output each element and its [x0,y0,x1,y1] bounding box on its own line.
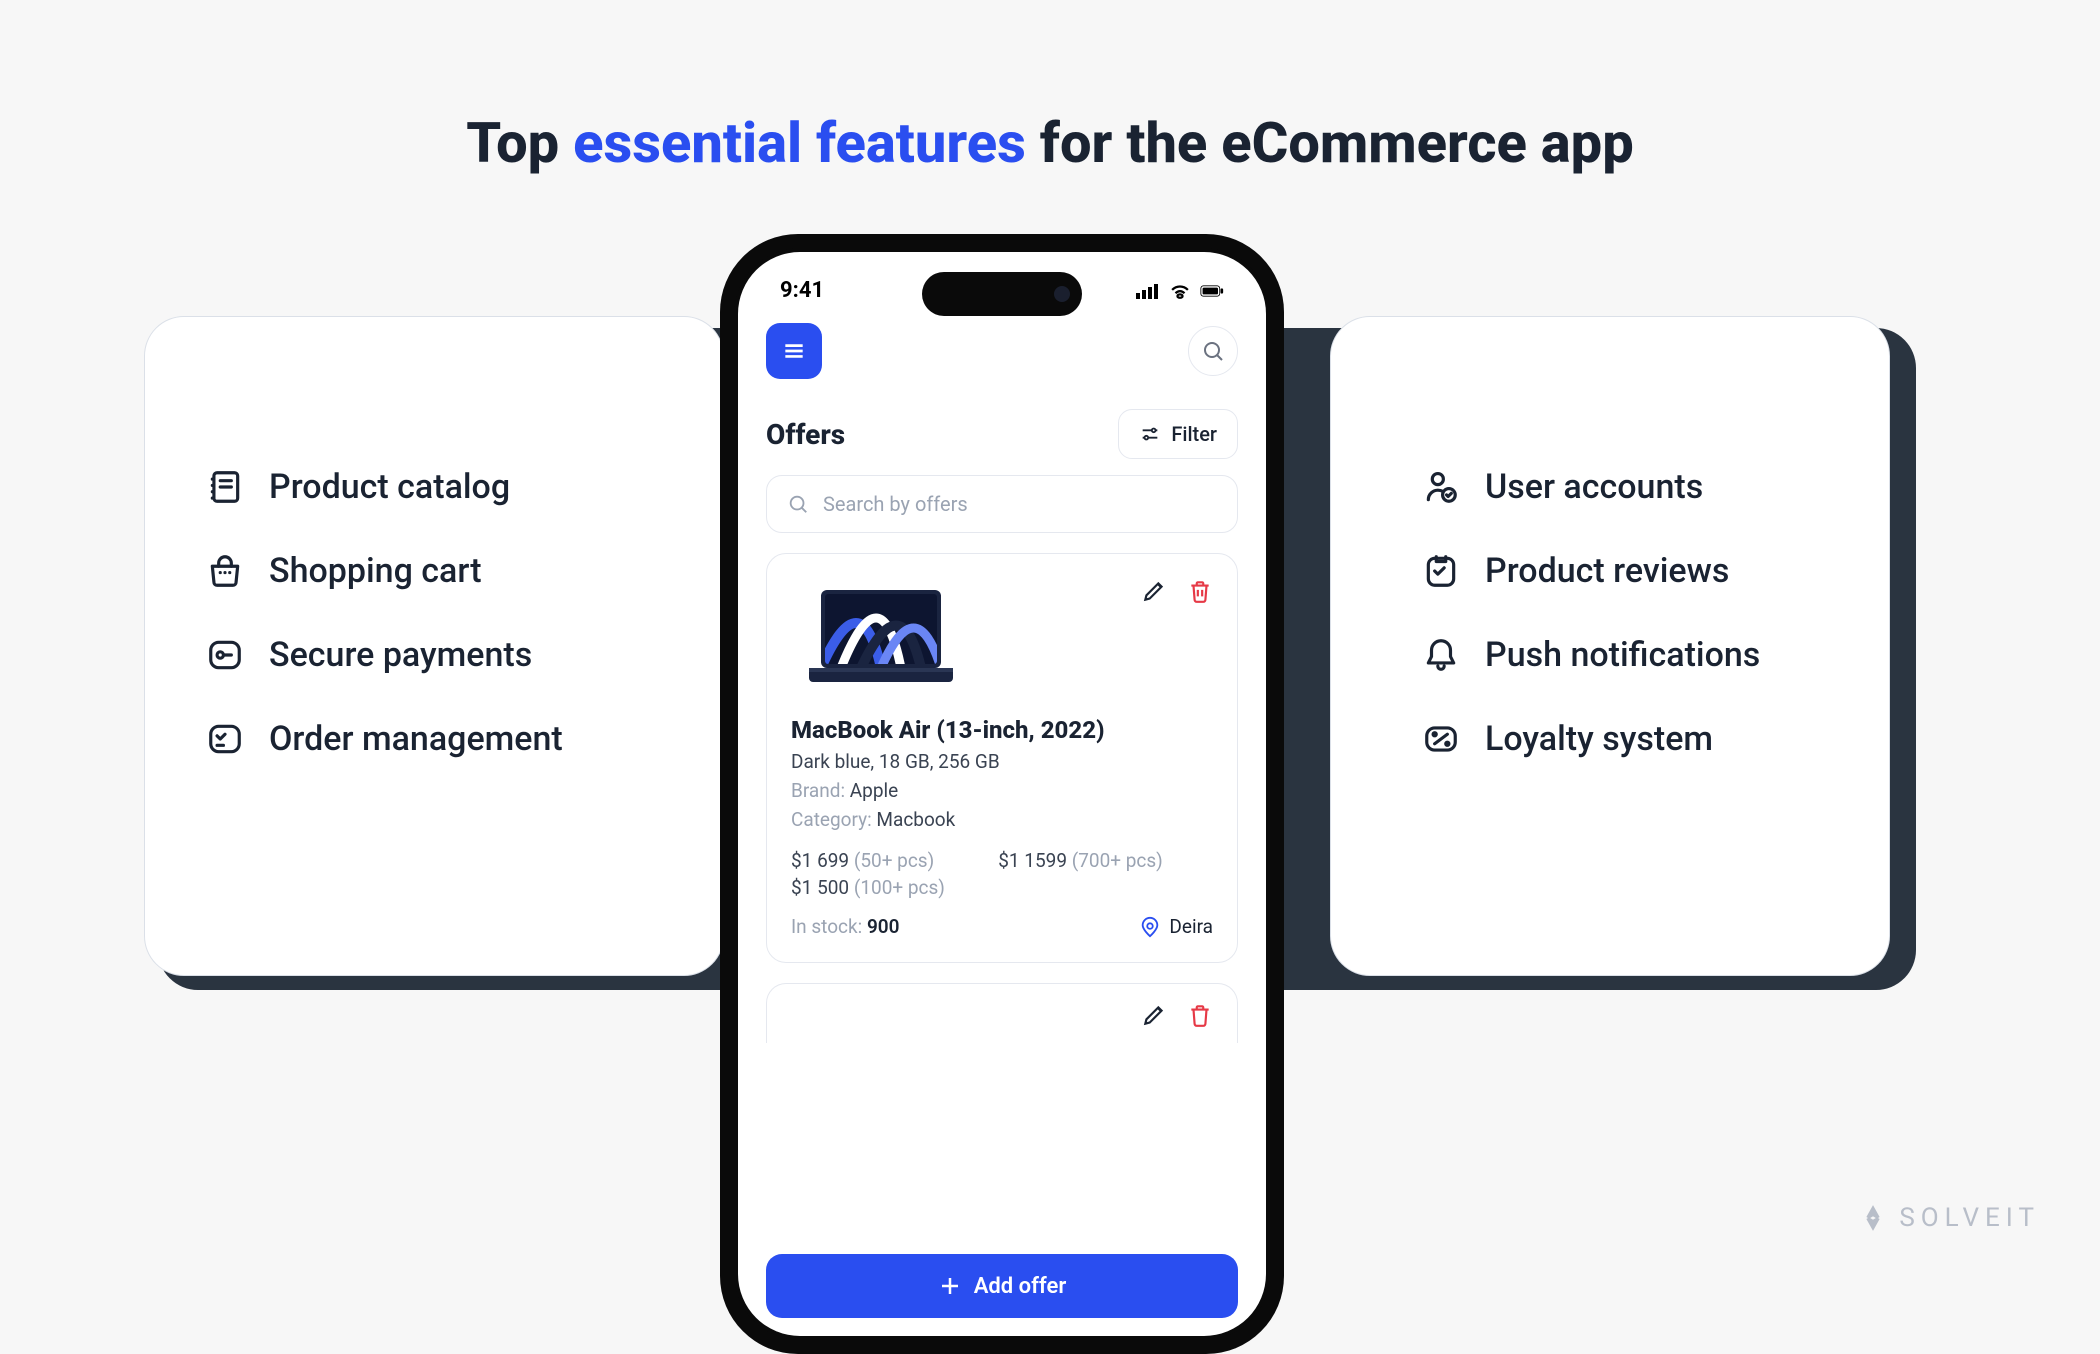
phone-mockup: 9:41 JABAL Cargo & Logistics [720,234,1284,1354]
secure-icon [205,635,245,675]
loyalty-icon [1421,719,1461,759]
section-title: Offers [766,418,845,451]
hamburger-icon [781,338,807,364]
app-bar: JABAL Cargo & Logistics [738,313,1266,397]
section-header: Offers Filter [738,397,1266,475]
feature-label: Secure payments [269,635,532,675]
plus-icon [938,1274,962,1298]
feature-label: Order management [269,719,563,759]
delete-button[interactable] [1187,578,1213,608]
location-icon [1139,916,1161,938]
product-title: MacBook Air (13-inch, 2022) [791,716,1213,744]
offer-card-peek [766,983,1238,1043]
pencil-icon [1141,1002,1167,1028]
search-input[interactable]: Search by offers [766,475,1238,533]
filter-button[interactable]: Filter [1118,409,1238,459]
product-brand: Brand: Apple [791,779,1213,802]
status-time: 9:41 [780,278,824,303]
feature-secure-payments: Secure payments [205,635,663,675]
feature-label: Product reviews [1485,551,1729,591]
feature-shopping-cart: Shopping cart [205,551,663,591]
watermark: SOLVEIT [1859,1203,2040,1233]
phone-notch [922,272,1082,316]
feature-label: Loyalty system [1485,719,1713,759]
search-button[interactable] [1188,326,1238,376]
stock-info: In stock: 900 [791,915,900,938]
feature-product-catalog: Product catalog [205,467,663,507]
product-category: Category: Macbook [791,808,1213,831]
cart-icon [205,551,245,591]
battery-icon [1200,282,1224,300]
feature-user-accounts: User accounts [1421,467,1829,507]
search-icon [1201,339,1225,363]
status-icons [1136,282,1224,300]
filter-icon [1139,423,1161,445]
add-offer-button[interactable]: Add offer [766,1254,1238,1318]
offer-card[interactable]: MacBook Air (13-inch, 2022) Dark blue, 1… [766,553,1238,963]
location-info: Deira [1139,915,1213,938]
search-placeholder: Search by offers [823,492,968,516]
price-tier: $1 500 (100+ pcs) [791,876,945,899]
search-icon [787,493,809,515]
feature-push-notifications: Push notifications [1421,635,1829,675]
order-icon [205,719,245,759]
signal-icon [1136,282,1160,300]
trash-icon [1187,578,1213,604]
feature-label: User accounts [1485,467,1703,507]
feature-label: Push notifications [1485,635,1760,675]
pencil-icon [1141,578,1167,604]
review-icon [1421,551,1461,591]
price-tier: $1 699 (50+ pcs) [791,849,934,872]
laptop-icon [791,578,971,698]
price-tier: $1 1599 (700+ pcs) [998,849,1163,872]
price-row: $1 699 (50+ pcs) $1 1599 (700+ pcs) [791,849,1213,872]
feature-product-reviews: Product reviews [1421,551,1829,591]
product-spec: Dark blue, 18 GB, 256 GB [791,750,1213,773]
menu-button[interactable] [766,323,822,379]
trash-icon [1187,1002,1213,1028]
bell-icon [1421,635,1461,675]
feature-label: Product catalog [269,467,510,507]
user-icon [1421,467,1461,507]
feature-label: Shopping cart [269,551,482,591]
solveit-logo-icon [1859,1204,1887,1232]
edit-button[interactable] [1141,578,1167,608]
feature-order-management: Order management [205,719,663,759]
features-left-panel: Product catalog Shopping cart Secure pay… [144,316,724,976]
page-title: Top essential features for the eCommerce… [0,0,2100,176]
edit-button[interactable] [1141,1002,1167,1043]
feature-loyalty-system: Loyalty system [1421,719,1829,759]
wifi-icon [1168,282,1192,300]
catalog-icon [205,467,245,507]
delete-button[interactable] [1187,1002,1213,1043]
product-image [791,578,971,698]
features-right-panel: User accounts Product reviews Push notif… [1330,316,1890,976]
